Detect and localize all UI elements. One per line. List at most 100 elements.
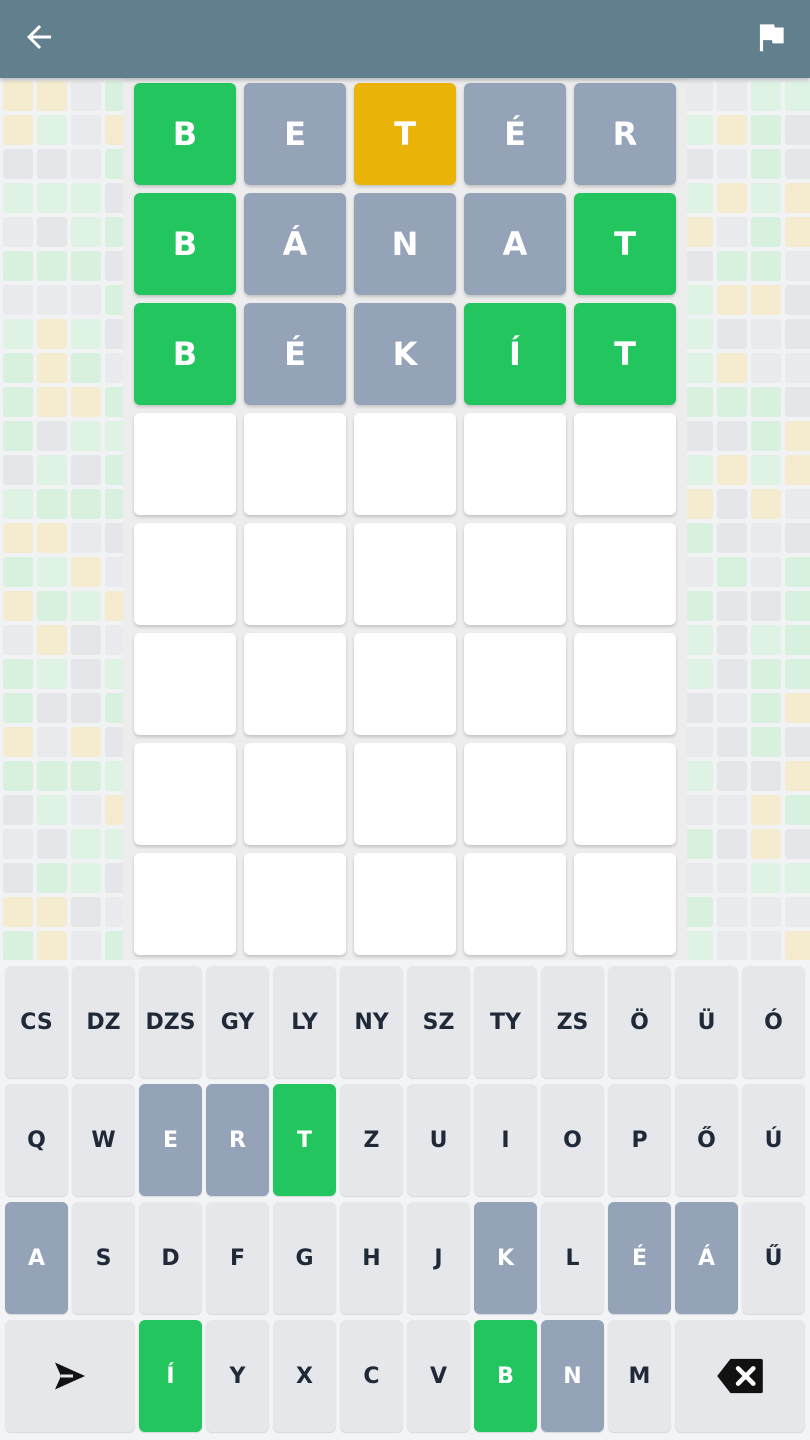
keyboard-key[interactable]: U [407,1084,470,1196]
keyboard-key[interactable]: P [608,1084,671,1196]
background-cell [683,421,713,451]
keyboard-key[interactable]: Ű [742,1202,805,1314]
keyboard-key[interactable]: DZ [72,966,135,1078]
game-board: BETÉRBÁNATBÉKÍT [123,78,687,960]
background-cell [37,149,67,179]
keyboard-key[interactable]: R [206,1084,269,1196]
background-cell [717,829,747,859]
keyboard-key[interactable]: T [273,1084,336,1196]
background-cell [785,659,810,689]
background-cell [683,81,713,111]
board-tile [354,633,456,735]
background-cell [717,489,747,519]
keyboard-key[interactable]: Ő [675,1084,738,1196]
keyboard-key[interactable]: V [407,1320,470,1432]
background-cell [683,897,713,927]
background-cell [71,353,101,383]
background-cell [71,115,101,145]
background-cell [751,659,781,689]
board-tile [354,853,456,955]
keyboard-key[interactable]: CS [5,966,68,1078]
board-tile [464,743,566,845]
keyboard-key[interactable]: L [541,1202,604,1314]
background-cell [3,897,33,927]
background-cell [717,455,747,485]
background-cell [751,183,781,213]
keyboard-key[interactable]: J [407,1202,470,1314]
keyboard-key[interactable]: N [541,1320,604,1432]
keyboard-key[interactable]: LY [273,966,336,1078]
backspace-icon [715,1357,765,1395]
keyboard-key[interactable]: S [72,1202,135,1314]
background-cell [785,489,810,519]
back-button[interactable] [14,14,64,64]
background-cell [717,285,747,315]
background-cell [785,795,810,825]
background-cell [751,421,781,451]
background-cell [71,863,101,893]
board-tile [134,633,236,735]
keyboard-key[interactable]: ZS [541,966,604,1078]
board-tile: B [134,83,236,185]
keyboard-key[interactable]: Q [5,1084,68,1196]
keyboard-key[interactable]: TY [474,966,537,1078]
keyboard-key[interactable]: Ó [742,966,805,1078]
board-tile [574,633,676,735]
background-cell [3,931,33,960]
keyboard-key[interactable]: Ü [675,966,738,1078]
keyboard-key[interactable]: H [340,1202,403,1314]
keyboard-key[interactable]: Y [206,1320,269,1432]
keyboard-key[interactable]: B [474,1320,537,1432]
keyboard-key[interactable]: Á [675,1202,738,1314]
keyboard-key[interactable]: DZS [139,966,202,1078]
background-cell [785,319,810,349]
background-cell [71,795,101,825]
background-cell [37,693,67,723]
keyboard-key[interactable]: I [474,1084,537,1196]
background-cell [751,285,781,315]
background-cell [37,81,67,111]
keyboard-key[interactable]: Í [139,1320,202,1432]
backspace-key[interactable] [675,1320,805,1432]
background-cell [683,727,713,757]
background-cell [751,387,781,417]
keyboard-key[interactable]: SZ [407,966,470,1078]
background-cell [717,727,747,757]
background-cell [3,727,33,757]
flag-button[interactable] [746,14,796,64]
keyboard-key[interactable]: M [608,1320,671,1432]
keyboard-key[interactable]: G [273,1202,336,1314]
keyboard-key[interactable]: É [608,1202,671,1314]
keyboard-key[interactable]: A [5,1202,68,1314]
keyboard-key[interactable]: X [273,1320,336,1432]
keyboard-key[interactable]: GY [206,966,269,1078]
keyboard-key[interactable]: K [474,1202,537,1314]
background-cell [3,863,33,893]
board-tile [354,413,456,515]
keyboard-key[interactable]: Ö [608,966,671,1078]
background-cell [71,217,101,247]
keyboard-key[interactable]: E [139,1084,202,1196]
keyboard-key[interactable]: Z [340,1084,403,1196]
keyboard-key[interactable]: O [541,1084,604,1196]
keyboard-key[interactable]: Ú [742,1084,805,1196]
background-cell [683,557,713,587]
board-tile: K [354,303,456,405]
background-cell [683,863,713,893]
background-cell [717,183,747,213]
enter-key[interactable] [5,1320,135,1432]
background-cell [785,285,810,315]
keyboard-key[interactable]: C [340,1320,403,1432]
flag-icon [752,18,790,60]
keyboard-key[interactable]: D [139,1202,202,1314]
keyboard-key[interactable]: W [72,1084,135,1196]
background-cell [37,285,67,315]
background-cell [785,591,810,621]
background-cell [3,217,33,247]
keyboard-key[interactable]: NY [340,966,403,1078]
background-cell [3,353,33,383]
background-cell [3,795,33,825]
background-cell [683,285,713,315]
background-cell [37,387,67,417]
keyboard-key[interactable]: F [206,1202,269,1314]
